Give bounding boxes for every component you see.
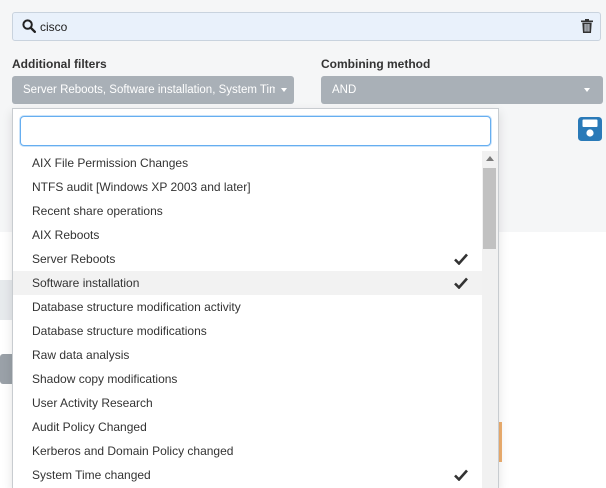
background-button-edge [0, 354, 12, 384]
dropdown-option-label: Server Reboots [32, 252, 116, 266]
filters-dropdown[interactable]: AIX File Permission Changes NTFS audit [W… [12, 108, 499, 488]
search-query[interactable]: cisco [40, 20, 67, 34]
search-field[interactable]: cisco [12, 12, 601, 41]
check-icon [454, 469, 468, 481]
background-panel-edge [0, 280, 12, 320]
additional-filters-label: Additional filters [12, 57, 107, 71]
dropdown-option[interactable]: Audit Policy Changed [13, 415, 482, 439]
dropdown-option[interactable]: Server Reboots [13, 247, 482, 271]
dropdown-option-label: System Time changed [32, 468, 151, 482]
dropdown-option[interactable]: Software installation [13, 271, 482, 295]
dropdown-option[interactable]: Raw data analysis [13, 343, 482, 367]
combining-method-label: Combining method [321, 57, 431, 71]
dropdown-option-label: Shadow copy modifications [32, 372, 178, 386]
dropdown-option-label: NTFS audit [Windows XP 2003 and later] [32, 180, 251, 194]
dropdown-option-label: AIX File Permission Changes [32, 156, 189, 170]
dropdown-option[interactable]: Kerberos and Domain Policy changed [13, 439, 482, 463]
dropdown-scrollbar[interactable] [482, 151, 498, 488]
check-icon [454, 253, 468, 265]
dropdown-option-label: Kerberos and Domain Policy changed [32, 444, 234, 458]
combining-method-select[interactable]: AND [321, 76, 603, 104]
dropdown-list: AIX File Permission Changes NTFS audit [W… [13, 151, 482, 487]
check-icon [454, 277, 468, 289]
dropdown-option[interactable]: Recent share operations [13, 199, 482, 223]
dropdown-option[interactable]: System Time changed [13, 463, 482, 487]
dropdown-option[interactable]: Database structure modifications [13, 319, 482, 343]
scroll-up-arrow-icon[interactable] [486, 156, 494, 161]
dropdown-option[interactable]: Shadow copy modifications [13, 367, 482, 391]
caret-down-icon [281, 88, 287, 92]
dropdown-option-label: Raw data analysis [32, 348, 130, 362]
dropdown-option[interactable]: AIX File Permission Changes [13, 151, 482, 175]
additional-filters-value: Server Reboots, Software installation, S… [23, 84, 275, 96]
dropdown-option[interactable]: NTFS audit [Windows XP 2003 and later] [13, 175, 482, 199]
dropdown-option[interactable]: User Activity Research [13, 391, 482, 415]
dropdown-option-label: Database structure modifications [32, 324, 207, 338]
dropdown-filter-input[interactable] [20, 116, 491, 146]
dropdown-option-label: AIX Reboots [32, 228, 100, 242]
search-icon [22, 19, 36, 33]
trash-icon[interactable] [581, 19, 593, 33]
combining-method-value: AND [332, 84, 357, 96]
additional-filters-select[interactable]: Server Reboots, Software installation, S… [12, 76, 294, 104]
scrollbar-thumb[interactable] [483, 168, 496, 249]
dropdown-option[interactable]: AIX Reboots [13, 223, 482, 247]
dropdown-option-label: Database structure modification activity [32, 300, 241, 314]
dropdown-option-label: Recent share operations [32, 204, 163, 218]
save-icon[interactable] [578, 117, 602, 141]
caret-down-icon [584, 88, 590, 92]
dropdown-option-label: Audit Policy Changed [32, 420, 147, 434]
dropdown-option-label: User Activity Research [32, 396, 153, 410]
dropdown-option[interactable]: Database structure modification activity [13, 295, 482, 319]
dropdown-option-label: Software installation [32, 276, 140, 290]
